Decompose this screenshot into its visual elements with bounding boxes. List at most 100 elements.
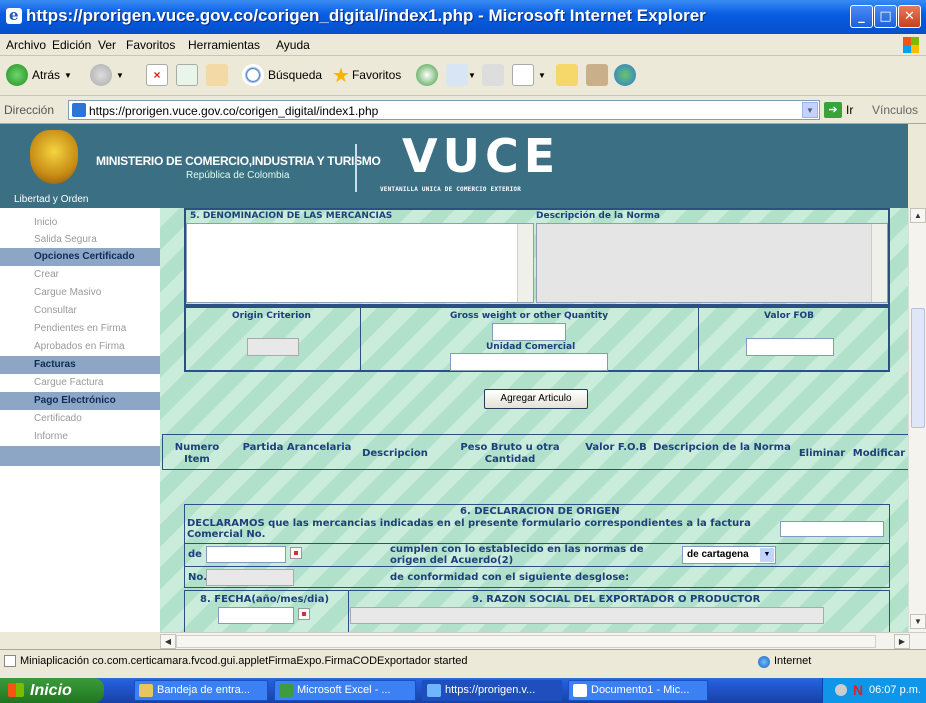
col-desc-norma: Descripcion de la Norma [653,442,791,453]
textarea-scrollbar[interactable] [517,224,533,302]
col-divider [698,306,699,372]
edit-button[interactable]: ▼ [512,62,546,88]
menu-archivo[interactable]: Archivo [6,38,46,52]
page-vertical-scrollbar[interactable]: ▲ ▼ [908,208,926,632]
norma-textarea[interactable] [536,223,888,303]
maximize-button[interactable]: □ [874,5,897,28]
menu-herramientas[interactable]: Herramientas [188,38,260,52]
address-input[interactable]: https://prorigen.vuce.gov.co/corigen_dig… [68,100,820,120]
sidebar-item-consultar[interactable]: Consultar [0,302,160,320]
refresh-button[interactable] [176,62,198,88]
history-button[interactable] [416,62,438,88]
horizontal-scrollbar[interactable]: ◀ ▶ [160,632,926,649]
factura-no-input[interactable] [780,521,884,537]
messenger-icon [614,64,636,86]
section5-title: 5. DENOMINACION DE LAS MERCANCIAS [190,211,393,221]
sidebar-item-informe[interactable]: Informe [0,428,160,446]
task-word[interactable]: Documento1 - Mic... [568,680,708,701]
scroll-up-button[interactable]: ▲ [910,208,926,223]
address-label: Dirección [4,103,55,117]
menu-bar: Archivo Edición Ver Favoritos Herramient… [0,34,926,56]
favorites-button[interactable]: ★ Favoritos [332,62,401,88]
agregar-articulo-button[interactable]: Agregar Articulo [484,389,588,409]
menu-edicion[interactable]: Edición [52,38,91,52]
cumplen-label: cumplen con lo establecido en las normas… [390,544,644,566]
col-divider [360,306,361,372]
address-dropdown[interactable]: ▼ [802,102,818,118]
menu-favoritos[interactable]: Favoritos [126,38,175,52]
sidebar-item-pendientes-firma[interactable]: Pendientes en Firma [0,320,160,338]
links-button[interactable]: Vínculos [872,103,918,117]
col-eliminar: Eliminar [798,448,846,459]
col-descripcion: Descripcion [362,448,428,459]
chevron-down-icon: ▼ [760,548,774,562]
norma-scrollbar[interactable] [871,224,887,302]
stop-icon: × [146,64,168,86]
menu-ayuda[interactable]: Ayuda [276,38,310,52]
stop-button[interactable]: × [146,62,168,88]
back-button[interactable]: Atrás ▼ [6,62,72,88]
col-divider [348,590,349,632]
task-outlook[interactable]: Bandeja de entra... [134,680,268,701]
print-button[interactable] [482,62,504,88]
outlook-icon [139,684,153,697]
menu-ver[interactable]: Ver [98,38,116,52]
row-divider [184,566,890,567]
sidebar-item-cargue-masivo[interactable]: Cargue Masivo [0,284,160,302]
fecha-input[interactable] [218,607,294,624]
sidebar-item-inicio[interactable]: Inicio [0,214,160,232]
search-button[interactable]: Búsqueda [242,62,322,88]
razon-social-input[interactable] [350,607,824,624]
mail-button[interactable]: ▼ [446,62,476,88]
no-input[interactable] [206,569,294,586]
scroll-right-button[interactable]: ▶ [894,634,910,649]
sidebar-item-certificado[interactable]: Certificado [0,410,160,428]
origin-criterion-input[interactable] [247,338,299,356]
zone-label: Internet [774,655,812,667]
razon-social-label: 9. RAZON SOCIAL DEL EXPORTADOR O PRODUCT… [472,594,761,605]
vuce-logo: VUCE [402,129,561,183]
sidebar: Inicio Salida Segura Opciones Certificad… [0,208,160,632]
republic-name: República de Colombia [186,170,290,181]
calendar-icon[interactable] [298,608,310,620]
coat-of-arms-icon [30,130,78,184]
hscroll-thumb[interactable] [176,635,876,648]
sidebar-item-crear[interactable]: Crear [0,266,160,284]
go-arrow-icon[interactable]: ➔ [824,102,842,118]
scroll-down-button[interactable]: ▼ [910,614,926,629]
address-bar: Dirección https://prorigen.vuce.gov.co/c… [0,96,926,124]
start-button[interactable]: Inicio [0,678,104,703]
unidad-comercial-input[interactable] [450,353,608,371]
gross-weight-input[interactable] [492,323,566,341]
ie-icon [6,6,22,24]
messenger-button[interactable] [614,62,636,88]
date-input[interactable] [206,546,286,563]
minimize-button[interactable]: _ [850,5,873,28]
home-button[interactable] [206,62,228,88]
scroll-thumb[interactable] [911,308,925,428]
forward-button[interactable]: ▼ [90,62,124,88]
sidebar-item-salida-segura[interactable]: Salida Segura [0,231,160,249]
desc-norma-label: Descripción de la Norma [536,211,660,221]
valor-fob-input[interactable] [746,338,834,356]
sidebar-item-aprobados-firma[interactable]: Aprobados en Firma [0,338,160,356]
window-title: https://prorigen.vuce.gov.co/corigen_dig… [26,6,706,25]
scroll-left-button[interactable]: ◀ [160,634,176,649]
browser-window: https://prorigen.vuce.gov.co/corigen_dig… [0,0,926,703]
acuerdo-select[interactable]: de cartagena ▼ [682,546,776,564]
task-excel[interactable]: Microsoft Excel - ... [274,680,416,701]
research-button[interactable] [586,62,608,88]
page-header: Libertad y Orden MINISTERIO DE COMERCIO,… [0,124,908,208]
mercancias-textarea[interactable] [186,223,534,303]
gross-weight-label: Gross weight or other Quantity [450,311,609,321]
folder-button[interactable] [556,62,578,88]
conformidad-label: de conformidad con el siguiente desglose… [390,572,630,583]
go-button[interactable]: Ir [846,103,853,117]
print-icon [482,64,504,86]
calendar-icon[interactable] [290,547,302,559]
task-ie[interactable]: https://prorigen.v... [422,680,562,701]
sidebar-item-cargue-factura[interactable]: Cargue Factura [0,374,160,392]
close-button[interactable]: ✕ [898,5,921,28]
vuce-subtitle: VENTANILLA UNICA DE COMERCIO EXTERIOR [380,186,522,193]
excel-icon [279,684,293,697]
